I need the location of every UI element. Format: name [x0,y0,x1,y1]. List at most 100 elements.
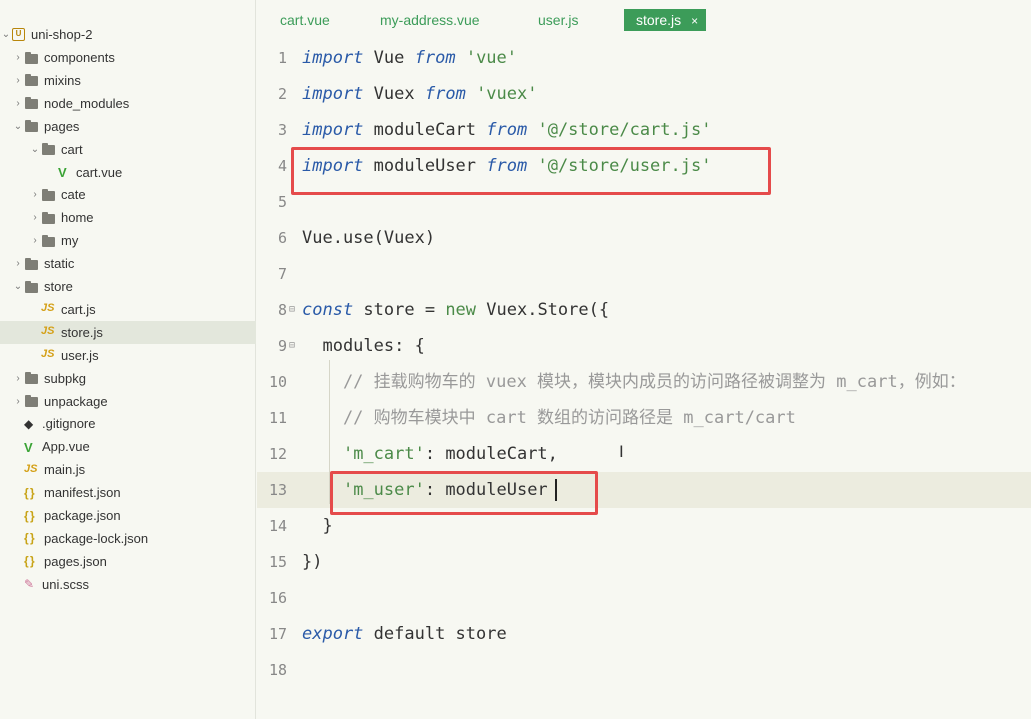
chevron-down-icon[interactable]: ⌄ [29,144,41,155]
tree-item[interactable]: JS user.js [0,344,256,367]
json-file-icon: { } [24,554,35,569]
tree-item[interactable]: Vcart.vue [0,161,256,184]
text-cursor [555,479,557,501]
line-number: 11 [268,409,287,427]
tree-item-label: uni.scss [42,576,89,592]
line-number: 16 [268,589,287,607]
tree-item-label: manifest.json [44,485,121,501]
folder-icon [24,280,40,294]
tab-store-js[interactable]: store.js × [624,9,707,31]
chevron-right-icon[interactable]: › [12,258,24,269]
code-token: 'vue' [465,48,518,68]
tree-item[interactable]: › subpkg [0,367,256,390]
code-text: }) [302,544,322,580]
code-token: from [486,120,528,140]
chevron-right-icon[interactable]: › [12,52,24,63]
code-text: Vue.use(Vuex) [302,220,435,256]
tree-item[interactable]: › home [0,206,256,229]
tree-item[interactable]: { } manifest.json [0,481,256,504]
code-text: 'm_cart': moduleCart, [302,436,558,472]
tree-item[interactable]: › cate [0,183,256,206]
fold-toggle-icon[interactable]: ⊟ [289,328,295,364]
code-token: // 挂载购物车的 vuex 模块，模块内成员的访问路径被调整为 m_cart，… [302,372,966,392]
tree-item[interactable]: ✎ uni.scss [0,573,256,596]
chevron-right-icon[interactable]: › [29,235,41,246]
code-token: modules: { [302,336,425,356]
code-line[interactable]: 1 import Vue from 'vue' [257,40,1031,76]
code-token: : moduleCart, [424,444,558,464]
code-line[interactable]: 6 Vue.use(Vuex) [257,220,1031,256]
vue-file-icon: V [24,439,33,455]
tree-item-label: pages.json [44,553,107,569]
chevron-right-icon[interactable]: › [12,98,24,109]
chevron-down-icon[interactable]: ⌄ [12,281,24,292]
line-number: 9 [277,337,287,355]
code-line[interactable]: 8 ⊟ const store = new Vuex.Store({ [257,292,1031,328]
tree-item[interactable]: › node_modules [0,92,256,115]
tree-item[interactable]: ⌄ store [0,275,256,298]
tree-item-label: mixins [44,72,81,88]
chevron-right-icon[interactable]: › [12,75,24,86]
close-icon[interactable]: × [691,14,698,28]
code-text: modules: { [302,328,425,364]
chevron-right-icon[interactable]: › [12,373,24,384]
chevron-down-icon[interactable]: ⌄ [12,121,24,132]
tree-item-label: subpkg [44,370,86,386]
tree-item[interactable]: ⌄ pages [0,115,256,138]
tree-item[interactable]: { } package-lock.json [0,527,256,550]
line-number: 2 [277,85,287,103]
code-token: '@/store/cart.js' [537,120,712,140]
tree-item-label: main.js [44,462,86,478]
code-line[interactable]: 11 // 购物车模块中 cart 数组的访问路径是 m_cart/cart [257,400,1031,436]
tree-item[interactable]: V App.vue [0,435,256,458]
project-root[interactable]: ⌄ U uni-shop-2 [0,23,256,46]
chevron-right-icon[interactable]: › [29,212,41,223]
mouse-ibeam-cursor: I [619,442,624,461]
tree-item-label: unpackage [44,393,108,409]
json-file-icon: { } [24,531,35,546]
tree-item[interactable]: › mixins [0,69,256,92]
folder-icon [24,96,40,110]
code-line[interactable]: 15}) [257,544,1031,580]
code-token: from [424,84,466,104]
tab-user-js[interactable]: user.js [538,9,578,31]
code-line[interactable]: 10 // 挂载购物车的 vuex 模块，模块内成员的访问路径被调整为 m_ca… [257,364,1031,400]
chevron-down-icon[interactable]: ⌄ [0,29,12,40]
tree-item[interactable]: ◆ .gitignore [0,412,256,435]
line-number: 12 [268,445,287,463]
code-token: Vuex.Store({ [476,300,610,320]
line-number: 10 [268,373,287,391]
tree-item[interactable]: › static [0,252,256,275]
scss-file-icon: ✎ [24,577,35,592]
chevron-right-icon[interactable]: › [29,189,41,200]
code-line[interactable]: 12 'm_cart': moduleCart, [257,436,1031,472]
fold-toggle-icon[interactable]: ⊟ [289,292,295,328]
code-editor[interactable]: 1 import Vue from 'vue' 2 import Vuex from … [257,36,1031,719]
tree-item[interactable]: ⌄ cart [0,138,256,161]
tree-item-label: cart.js [61,301,96,317]
tree-item[interactable]: JS cart.js [0,298,256,321]
code-token: Vuex [373,84,425,104]
code-line[interactable]: 2 import Vuex from 'vuex' [257,76,1031,112]
tree-item[interactable]: › unpackage [0,390,256,413]
tree-item[interactable]: JS main.js [0,458,256,481]
js-file-icon: JS [41,302,55,315]
code-token: 'vuex' [476,84,538,104]
tree-item[interactable]: { } pages.json [0,550,256,573]
folder-icon [24,73,40,87]
code-line[interactable]: 3 import moduleCart from '@/store/cart.js… [257,112,1031,148]
code-line[interactable]: 9 ⊟ modules: { [257,328,1031,364]
chevron-right-icon[interactable]: › [12,396,24,407]
tree-item[interactable]: › my [0,229,256,252]
code-line[interactable]: 16 [257,580,1031,616]
tree-item[interactable]: JS store.js [0,320,256,344]
code-line[interactable]: 18 [257,652,1031,688]
code-line[interactable]: 17 export default store [257,616,1031,652]
folder-icon [41,188,57,202]
tree-item[interactable]: › components [0,46,256,69]
tree-item[interactable]: { } package.json [0,504,256,527]
tab-cart-vue[interactable]: cart.vue [280,9,330,31]
tab-my-address-vue[interactable]: my-address.vue [380,9,480,31]
code-line[interactable]: 7 [257,256,1031,292]
